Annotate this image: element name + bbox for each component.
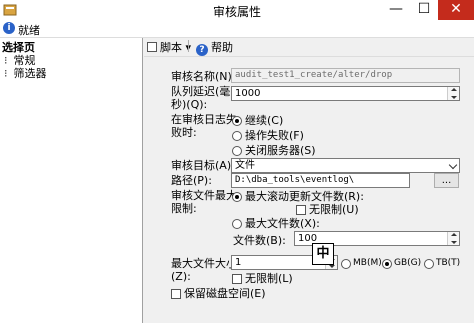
toolbar-divider — [144, 56, 474, 57]
unlimited-rollover-checkbox[interactable] — [296, 205, 306, 215]
gb-label: GB(G) — [394, 258, 422, 268]
reserve-disk-checkbox[interactable] — [171, 289, 181, 299]
tb-label: TB(T) — [436, 258, 461, 268]
queue-delay-value: 1000 — [235, 88, 261, 99]
continue-radio[interactable] — [232, 116, 242, 126]
max-file-size-value: 1 — [235, 257, 242, 268]
title-bar: 审核属性 — ☐ ✕ — [0, 0, 474, 20]
status-bar: i 就绪 — [0, 20, 474, 38]
audit-target-label: 审核目标(A): — [171, 159, 235, 172]
path-field[interactable]: D:\dba_tools\eventlog\ — [231, 173, 410, 188]
script-label: 脚本 — [160, 41, 182, 54]
shutdown-server-label: 关闭服务器(S) — [245, 144, 316, 157]
audit-target-select[interactable]: 文件 — [231, 158, 460, 173]
max-rollover-label: 最大滚动更新文件数(R): — [245, 190, 364, 203]
max-files-radio[interactable] — [232, 219, 242, 229]
script-icon — [147, 42, 157, 52]
mb-radio[interactable] — [341, 259, 351, 269]
continue-label: 继续(C) — [245, 114, 284, 127]
chevron-down-icon — [448, 160, 458, 170]
help-icon: ? — [196, 44, 208, 56]
browse-button[interactable]: ... — [434, 173, 459, 188]
path-label: 路径(P): — [171, 174, 212, 187]
close-button[interactable]: ✕ — [438, 0, 474, 20]
file-limit-label: 审核文件最大 限制: — [171, 189, 237, 215]
reserve-disk-label: 保留磁盘空间(E) — [184, 287, 266, 300]
toolbar-separator — [188, 40, 189, 52]
script-button[interactable]: 脚本 ▾ — [147, 39, 191, 54]
gb-radio[interactable] — [382, 259, 392, 269]
audit-name-label: 审核名称(N): — [171, 70, 236, 83]
on-failure-label: 在审核日志失 败时: — [171, 113, 237, 139]
ime-indicator: 中 — [312, 243, 334, 265]
audit-target-value: 文件 — [235, 160, 255, 171]
fail-operation-label: 操作失败(F) — [245, 129, 304, 142]
max-file-size-label: 最大文件大小 (Z): — [171, 257, 237, 283]
maximize-button[interactable]: ☐ — [410, 0, 438, 20]
unlimited-rollover-label: 无限制(U) — [309, 203, 359, 216]
scrollbar[interactable] — [463, 57, 474, 323]
spinner-arrows-icon[interactable] — [447, 87, 459, 100]
minimize-button[interactable]: — — [382, 0, 410, 20]
audit-name-field[interactable]: audit_test1_create/alter/drop — [231, 68, 460, 83]
page-icon: ⁝ — [4, 67, 8, 80]
queue-delay-stepper[interactable]: 1000 — [231, 86, 460, 101]
sidebar-item-general[interactable]: ⁝ 常规 — [4, 52, 36, 67]
unlimited-size-checkbox[interactable] — [232, 274, 242, 284]
sidebar-item-label: 筛选器 — [13, 67, 47, 80]
tb-radio[interactable] — [424, 259, 434, 269]
max-rollover-radio[interactable] — [232, 192, 242, 202]
status-text: 就绪 — [18, 24, 40, 37]
sidebar-item-filter[interactable]: ⁝ 筛选器 — [4, 65, 47, 80]
file-count-label: 文件数(B): — [233, 234, 286, 247]
fail-operation-radio[interactable] — [232, 131, 242, 141]
unlimited-size-label: 无限制(L) — [245, 272, 293, 285]
help-button[interactable]: ? 帮助 — [196, 39, 233, 56]
toolbar: 脚本 ▾ ?帮助 — [144, 38, 474, 56]
spinner-arrows-icon[interactable] — [447, 232, 459, 245]
help-label: 帮助 — [211, 41, 233, 54]
mb-label: MB(M) — [353, 258, 382, 268]
max-files-label: 最大文件数(X): — [245, 217, 320, 230]
select-page-pane: 选择页 ⁝ 常规 ⁝ 筛选器 — [0, 38, 143, 323]
shutdown-server-radio[interactable] — [232, 146, 242, 156]
info-icon: i — [3, 22, 15, 34]
queue-delay-label: 队列延迟(毫 秒)(Q): — [171, 85, 231, 111]
